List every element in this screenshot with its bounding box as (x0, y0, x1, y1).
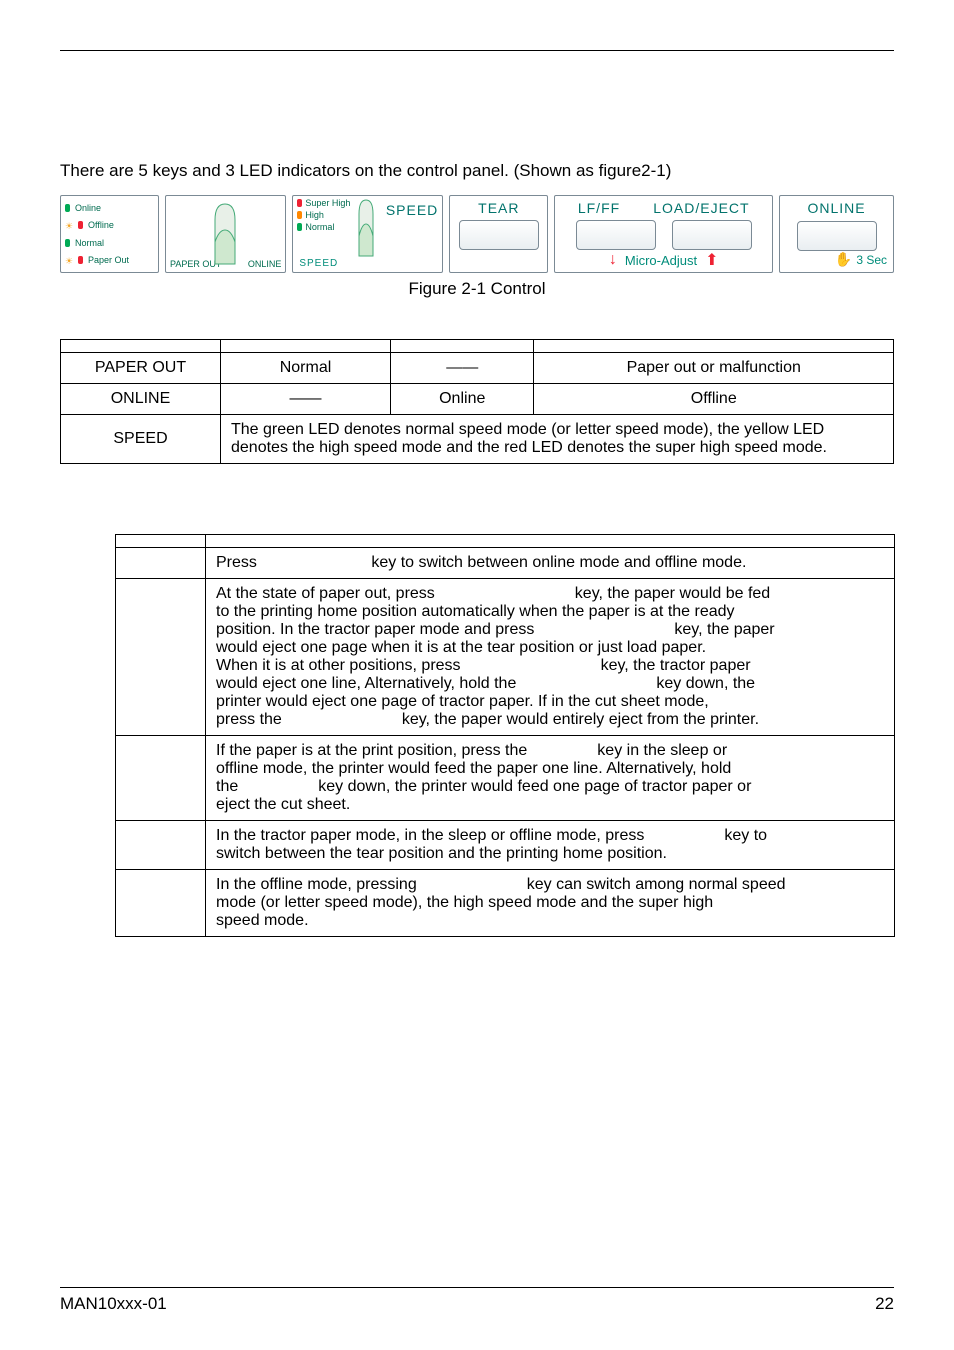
speed-caption: SPEED (297, 258, 438, 269)
high-led: High (297, 210, 350, 220)
superhigh-led: Super High (297, 198, 350, 208)
online-label: ONLINE (248, 259, 282, 269)
normal-led2: Normal (297, 222, 350, 232)
sun-icon: ☀ (65, 221, 73, 229)
sec-label: 3 Sec (856, 253, 887, 267)
key-table: Press key to switch between online mode … (115, 534, 895, 937)
table-row: ONLINE —— Online Offline (61, 384, 894, 415)
figure-caption: Figure 2-1 Control (60, 279, 894, 299)
micro-adjust-label: Micro-Adjust (625, 253, 697, 268)
paperout-row: ☀Paper Out (65, 255, 154, 265)
online-key-label: ONLINE (808, 200, 866, 216)
arrow-up-icon: ⬆ (705, 250, 718, 270)
led-status-box: Online ☀Offline Normal ☀Paper Out (60, 195, 159, 273)
table-row: If the paper is at the print position, p… (116, 736, 895, 821)
lfff-label: LF/FF (578, 200, 620, 216)
speed-box: Super High High Normal SPEED SPEED (292, 195, 443, 273)
offline-row: ☀Offline (65, 220, 154, 230)
key-profile-icon (356, 198, 376, 258)
normal-led: Normal (65, 238, 154, 248)
key-profile-icon (211, 202, 239, 266)
table-row: Press key to switch between online mode … (116, 548, 895, 579)
tear-key[interactable] (459, 220, 539, 250)
speed-label: SPEED (386, 198, 438, 218)
loadeject-key[interactable] (672, 220, 752, 250)
control-panel-figure: Online ☀Offline Normal ☀Paper Out PAPER … (60, 195, 894, 273)
footer: MAN10xxx-01 22 (60, 1287, 894, 1314)
online-key[interactable] (797, 221, 877, 251)
table-row (61, 340, 894, 353)
footer-left: MAN10xxx-01 (60, 1294, 167, 1314)
table-row: PAPER OUT Normal —— Paper out or malfunc… (61, 353, 894, 384)
table-row: At the state of paper out, presskey, the… (116, 579, 895, 736)
loadeject-label: LOAD/EJECT (653, 200, 749, 216)
led-table: PAPER OUT Normal —— Paper out or malfunc… (60, 339, 894, 464)
tear-box: TEAR (449, 195, 548, 273)
table-row: In the tractor paper mode, in the sleep … (116, 821, 895, 870)
tear-label: TEAR (478, 200, 519, 216)
sun-icon: ☀ (65, 256, 73, 264)
lfff-loadeject-box: LF/FF LOAD/EJECT ↓ Micro-Adjust ⬆ (554, 195, 773, 273)
arrow-down-icon: ↓ (609, 251, 617, 269)
footer-page: 22 (875, 1294, 894, 1314)
lfff-key[interactable] (576, 220, 656, 250)
online-key-box: ONLINE ✋ 3 Sec (779, 195, 894, 273)
hold-icon: ✋ (835, 251, 852, 268)
online-led: Online (65, 203, 154, 213)
table-row (116, 535, 895, 548)
table-row: SPEED The green LED denotes normal speed… (61, 415, 894, 464)
paperout-online-box: PAPER OUT ONLINE (165, 195, 286, 273)
intro-text: There are 5 keys and 3 LED indicators on… (60, 161, 894, 181)
table-row: In the offline mode, pressingkey can swi… (116, 870, 895, 937)
